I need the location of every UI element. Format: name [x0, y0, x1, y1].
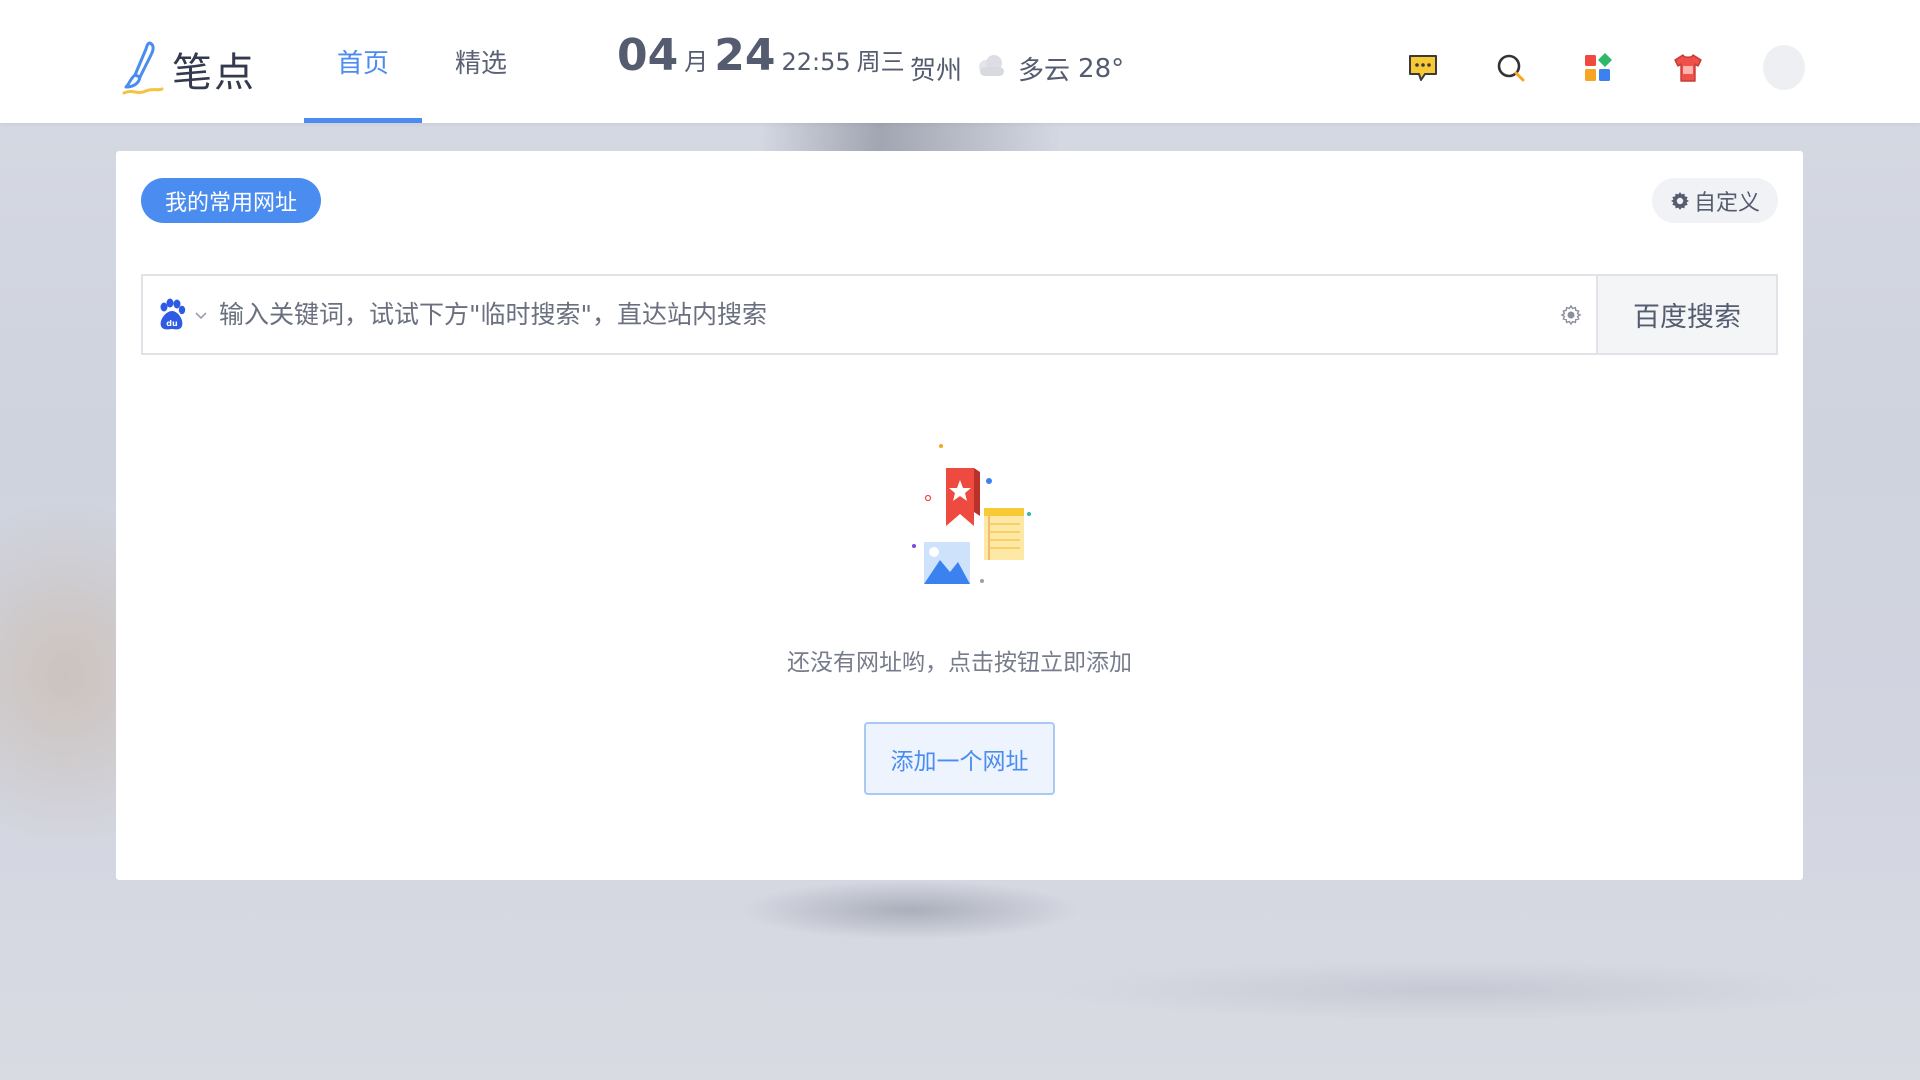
baidu-paw-icon: du — [160, 298, 186, 329]
bookmark-empty-illustration — [912, 444, 1031, 584]
date-month: 04 — [617, 30, 679, 81]
weather-condition: 多云 — [1018, 56, 1071, 86]
search-settings-icon[interactable] — [1560, 304, 1582, 326]
search-bar: du 百度搜索 — [141, 274, 1778, 355]
apps-icon[interactable] — [1578, 48, 1618, 88]
chevron-down-icon — [195, 311, 207, 319]
search-input[interactable] — [219, 276, 1560, 353]
section-title: 我的常用网址 — [165, 190, 298, 216]
bookmarks-card: 我的常用网址 自定义 du 输入关键词，试试下方"临时搜索"，直达站内搜索 百度… — [116, 151, 1803, 880]
background-blur — [1050, 960, 1850, 1020]
top-header: 笔点 首页 精选 04 月 24 22:55 周三 贺州 多云 28° — [0, 0, 1920, 123]
customize-button[interactable]: 自定义 — [1651, 178, 1778, 223]
tab-home-label: 首页 — [336, 49, 389, 79]
add-url-button-label: 添加一个网址 — [890, 748, 1029, 775]
customize-label: 自定义 — [1693, 190, 1760, 216]
svg-text:du: du — [166, 319, 178, 328]
time-text: 22:55 — [781, 48, 851, 76]
search-engine-selector[interactable]: du — [157, 298, 209, 332]
date-time: 04 月 24 22:55 周三 — [617, 30, 905, 81]
search-button-label: 百度搜索 — [1633, 302, 1741, 333]
weather-temperature: 28° — [1078, 53, 1125, 84]
skin-icon[interactable] — [1668, 48, 1708, 88]
search-button[interactable]: 百度搜索 — [1596, 276, 1776, 353]
tab-featured[interactable]: 精选 — [422, 0, 540, 123]
logo[interactable]: 笔点 — [120, 40, 256, 98]
weekday-text: 周三 — [856, 48, 905, 76]
brush-logo-icon — [122, 41, 164, 95]
background-blur — [740, 880, 1080, 940]
add-url-button[interactable]: 添加一个网址 — [864, 722, 1055, 795]
search-icon[interactable] — [1491, 48, 1531, 88]
empty-state-message: 还没有网址哟，点击按钮立即添加 — [787, 650, 1132, 676]
message-icon[interactable] — [1403, 48, 1443, 88]
tab-featured-label: 精选 — [454, 49, 507, 79]
cloud-icon — [974, 53, 1008, 84]
weather-city: 贺州 — [910, 56, 963, 86]
weather-widget[interactable]: 贺州 多云 28° — [910, 50, 1124, 87]
section-title-pill: 我的常用网址 — [141, 178, 322, 223]
logo-text: 笔点 — [172, 50, 256, 96]
avatar[interactable] — [1763, 45, 1805, 90]
date-day: 24 — [714, 30, 776, 81]
tab-home[interactable]: 首页 — [304, 0, 422, 123]
date-month-unit: 月 — [684, 48, 709, 76]
gear-icon — [1670, 191, 1689, 210]
